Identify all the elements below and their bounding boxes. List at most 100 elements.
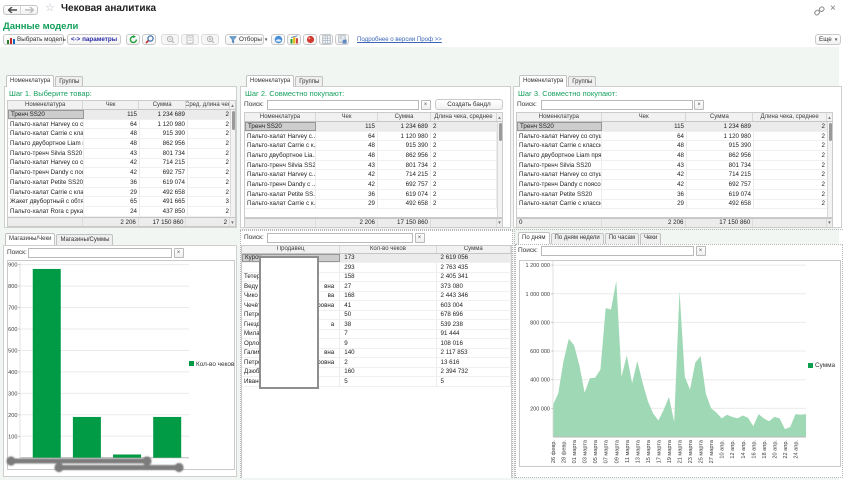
create-bundle-button[interactable]: Создать бандл xyxy=(435,99,503,110)
table-row[interactable]: Пальто-тренч Dandy с поя...42692 7572 xyxy=(8,168,235,178)
table-row[interactable]: Пальто-тренч Silvia SS2043801 7342 xyxy=(517,161,832,171)
days-search-input[interactable] xyxy=(541,246,694,256)
vertical-scrollbar[interactable] xyxy=(230,110,235,216)
shops-tab-0[interactable]: Магазины/Чеки xyxy=(5,233,55,245)
scroll-up-icon[interactable]: ▲ xyxy=(827,113,832,121)
column-header[interactable]: Кол-во чеков xyxy=(340,246,436,253)
table-view-button[interactable] xyxy=(319,34,333,45)
shops-tab-1[interactable]: Магазины/Суммы xyxy=(56,234,113,245)
step3-tab-0[interactable]: Номенклатура xyxy=(519,75,567,87)
zoom-out-button[interactable] xyxy=(161,34,179,45)
chart-report-button[interactable] xyxy=(287,34,301,45)
days-tab-2[interactable]: По часам xyxy=(605,233,639,244)
vertical-scrollbar[interactable] xyxy=(497,122,502,217)
column-header[interactable]: Сумма xyxy=(378,113,431,121)
monitor-button[interactable] xyxy=(271,34,285,45)
step2-table[interactable]: НоменклатураЧекСуммаДлина чека, среднее▲… xyxy=(244,112,503,228)
favorite-star-icon[interactable]: ☆ xyxy=(45,3,55,14)
table-row[interactable]: Пальто-халат Harvey со спуще...641 120 9… xyxy=(517,132,832,142)
column-header[interactable]: Длина чека, среднее xyxy=(431,113,497,121)
scrollbar-thumb[interactable] xyxy=(499,123,503,141)
step3-search-input[interactable] xyxy=(541,100,693,110)
shops-search-input[interactable] xyxy=(28,248,172,258)
column-header[interactable]: Длина чека, среднее xyxy=(753,113,827,121)
column-header[interactable]: Чек xyxy=(316,113,378,121)
select-model-button[interactable]: Выбрать модель▼ xyxy=(3,34,64,45)
sellers-search-clear-button[interactable]: × xyxy=(415,233,425,243)
table-row[interactable]: Пальто-халат Harvey с...42714 2152 xyxy=(245,170,502,180)
table-row[interactable]: Пальто-халат Harvey со сп...42714 2152 xyxy=(8,159,235,169)
close-icon[interactable]: × xyxy=(830,4,836,14)
step3-search-clear-button[interactable]: × xyxy=(694,100,704,110)
shops-search-clear-button[interactable]: × xyxy=(174,248,184,258)
table-row[interactable]: Пальто-халат Harvey со спуще...42714 215… xyxy=(517,170,832,180)
step2-search-input[interactable] xyxy=(267,100,419,110)
link-icon[interactable] xyxy=(814,6,825,18)
parameters-button[interactable]: <-> параметры xyxy=(67,34,121,45)
scroll-up-icon[interactable]: ▲ xyxy=(230,101,235,109)
table-row[interactable]: Пальто-халат Petite SS2036619 0742 xyxy=(517,190,832,200)
table-row[interactable]: Пальто двубортное Liam п...48862 9562 xyxy=(8,139,235,149)
table-row[interactable]: Пальто-халат Carrie с к...48915 3902 xyxy=(245,141,502,151)
scrollbar-thumb[interactable] xyxy=(829,123,833,141)
more-button[interactable]: Еще▼ xyxy=(815,34,841,45)
table-row[interactable]: Пальто-халат Carrie с клас...48915 3902 xyxy=(8,129,235,139)
days-tab-0[interactable]: По дням xyxy=(518,232,550,244)
scrollbar-thumb[interactable] xyxy=(232,111,236,130)
step1-table[interactable]: НоменклатураЧекСуммаСред. длина чек▲Трен… xyxy=(7,100,236,227)
scroll-up-icon[interactable]: ▲ xyxy=(497,113,502,121)
bar[interactable] xyxy=(33,268,61,457)
record-button[interactable] xyxy=(303,34,317,45)
table-row[interactable]: Пальто-халат Carrie с к...29492 6582 xyxy=(245,200,502,210)
step2-tab-0[interactable]: Номенклатура xyxy=(246,75,294,87)
table-row[interactable]: Пальто двубортное Lia...48862 9562 xyxy=(245,151,502,161)
table-row[interactable]: Пальто-халат Carrie с клас...29492 6582 xyxy=(8,188,235,198)
refresh-button[interactable] xyxy=(126,34,140,45)
table-row[interactable]: Пальто-халат Carrie с классич...48915 39… xyxy=(517,141,832,151)
table-row[interactable]: Пальто-тренч Silvia SS2043801 7342 xyxy=(245,161,502,171)
filters-button[interactable]: Отборы▼ xyxy=(225,34,264,45)
table-row[interactable]: Пальто-тренч Dandy с поясом ...42692 757… xyxy=(517,180,832,190)
save-table-button[interactable] xyxy=(335,34,349,45)
column-header[interactable]: Сумма xyxy=(139,101,187,109)
scroll-down-icon[interactable]: ▼ xyxy=(497,219,502,227)
table-row[interactable]: Тренч SS201151 234 6892 xyxy=(517,122,832,132)
table-row[interactable]: Пальто-халат Petite SS...36619 0742 xyxy=(245,190,502,200)
column-header[interactable]: Сумма xyxy=(686,113,753,121)
column-header[interactable]: Сред. длина чек xyxy=(186,101,230,109)
table-row[interactable]: Пальто-халат Carrie с классич...29492 65… xyxy=(517,200,832,210)
document-view-button[interactable] xyxy=(181,34,199,45)
column-header[interactable]: Продавец xyxy=(242,246,340,253)
find-button[interactable] xyxy=(142,34,156,45)
area-series[interactable] xyxy=(553,280,806,436)
scroll-down-icon[interactable]: ▼ xyxy=(827,219,832,227)
table-row[interactable]: Пальто-халат Harvey с...641 120 9802 xyxy=(245,132,502,142)
version-info-link[interactable]: Подробнее о версии Проф >> xyxy=(357,36,442,43)
scroll-down-icon[interactable]: ▼ xyxy=(230,218,235,226)
back-button[interactable] xyxy=(4,6,20,14)
days-tab-3[interactable]: Чеки xyxy=(640,233,661,244)
column-header[interactable]: Номенклатура xyxy=(245,113,316,121)
step3-table[interactable]: НоменклатураЧекСуммаДлина чека, среднее▲… xyxy=(516,112,833,228)
days-search-clear-button[interactable]: × xyxy=(696,246,706,256)
sellers-search-input[interactable] xyxy=(267,233,413,243)
step1-tab-0[interactable]: Номенклатура xyxy=(6,75,54,87)
column-header[interactable]: Сумма xyxy=(437,246,511,253)
zoom-in-button[interactable] xyxy=(201,34,219,45)
vertical-scrollbar[interactable] xyxy=(827,122,832,217)
days-chart[interactable]: 200 000400 000600 000800 0001 000 0001 2… xyxy=(519,260,841,468)
table-row[interactable]: Пальто-тренч Dandy с ...42692 7572 xyxy=(245,180,502,190)
table-row[interactable]: Пальто-халат Rora с рукав...24437 8502 xyxy=(8,207,235,217)
column-header[interactable]: Номенклатура xyxy=(517,113,602,121)
table-row[interactable]: Пальто двубортное Liam прям...48862 9562 xyxy=(517,151,832,161)
step2-search-clear-button[interactable]: × xyxy=(421,100,431,110)
column-header[interactable]: Чек xyxy=(602,113,687,121)
days-tab-1[interactable]: По дням недели xyxy=(551,233,604,244)
table-row[interactable]: Пальто-халат Petite SS2036619 0742 xyxy=(8,178,235,188)
table-row[interactable]: Пальто-тренч Silvia SS2043801 7342 xyxy=(8,149,235,159)
table-row[interactable]: Тренч SS201151 234 6892 xyxy=(245,122,502,132)
column-header[interactable]: Номенклатура xyxy=(8,101,83,109)
forward-button[interactable] xyxy=(20,6,37,14)
table-row[interactable]: Жакет двубортный с обтя...65491 6653 xyxy=(8,197,235,207)
column-header[interactable]: Чек xyxy=(83,101,139,109)
